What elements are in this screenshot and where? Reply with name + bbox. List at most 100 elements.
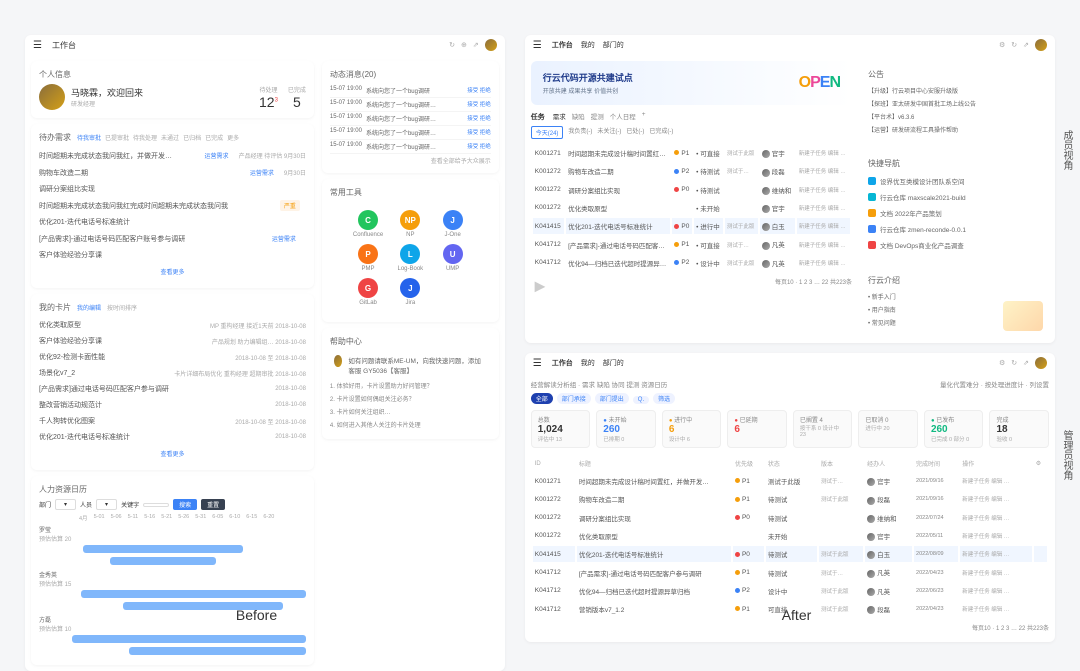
tool-item[interactable]: GGitLab xyxy=(350,278,386,306)
message-row[interactable]: 15-07 19:00系统向您了一个bug调研接受 拒绝 xyxy=(330,84,491,98)
tool-item[interactable]: CConfluence xyxy=(350,210,386,238)
task-tab[interactable]: 提测 xyxy=(591,111,604,121)
card-row[interactable]: 整改营销活动规范计2018-10-08 xyxy=(39,397,306,413)
task-row[interactable]: K001272购物车改造二期P2• 待测试测试于…段磊新建子任务 编辑 … xyxy=(533,163,850,179)
task-row[interactable]: K001272调研分案组比实现P0待测试维纳和2022/07/24新建子任务 编… xyxy=(533,510,1047,526)
tool-item[interactable]: JJ-One xyxy=(434,210,470,238)
task-row[interactable]: K041415优化201-迭代电话号标准统计P0待测试测试于此版白玉2022/0… xyxy=(533,546,1047,562)
task-tab[interactable]: 缺陷 xyxy=(572,111,585,121)
history-icon[interactable]: ↻ xyxy=(449,41,455,49)
filter-tab[interactable]: 已完成(-) xyxy=(649,126,673,139)
announce-item[interactable]: 【探班】亚太研发中国首批工场上线公告 xyxy=(868,97,1041,110)
task-row[interactable]: K001271时间超期未完成设计稿时间置红，并做开发…P1测试于此版测试于…官宇… xyxy=(533,473,1047,489)
hamburger-icon[interactable]: ☰ xyxy=(33,40,42,51)
filter-tab[interactable]: 我负责(-) xyxy=(568,126,592,139)
col-header[interactable]: 标题 xyxy=(577,456,731,471)
todo-tab[interactable]: 未通过 xyxy=(161,133,179,142)
user-avatar[interactable] xyxy=(1035,39,1047,51)
todo-tab[interactable]: 待我审批 xyxy=(77,133,101,142)
hamburger-icon[interactable]: ☰ xyxy=(533,358,542,369)
card-row[interactable]: 优化92-检测卡面性能2018-10-08 至 2018-10-08 xyxy=(39,349,306,365)
col-header[interactable]: 状态 xyxy=(766,456,817,471)
tool-item[interactable]: JJira xyxy=(392,278,428,306)
todo-row[interactable]: 调研分案组比实现 xyxy=(39,181,306,197)
cards-more-link[interactable]: 查看更多 xyxy=(39,445,306,462)
user-avatar[interactable] xyxy=(485,39,497,51)
view-options[interactable]: 量化代置难分 · 按处理进度计 · 列设置 xyxy=(940,379,1049,389)
header-tab[interactable]: 部门的 xyxy=(603,40,624,50)
task-row[interactable]: K041712优化94—归档已迭代超时提源异草归档P2设计中测试于此版凡英202… xyxy=(533,583,1047,599)
announce-item[interactable]: 【升级】行云项目中心安服升级版 xyxy=(868,84,1041,97)
quicknav-item[interactable]: 行云仓库 maxscale2021-build xyxy=(868,189,1041,205)
todo-row[interactable]: 优化201-迭代电话号标准统计 xyxy=(39,214,306,230)
filter-pill[interactable]: Q. xyxy=(633,396,649,404)
card-row[interactable]: 客户体验经验分享课产品规划 助力编辑组… 2018-10-08 xyxy=(39,333,306,349)
gear-icon[interactable]: ⚙ xyxy=(999,359,1005,367)
reset-button[interactable]: 重置 xyxy=(201,499,225,510)
todo-more-link[interactable]: 查看更多 xyxy=(39,263,306,280)
card-row[interactable]: 优化201-迭代电话号标准统计2018-10-08 xyxy=(39,429,306,445)
todo-tab[interactable]: 已提审批 xyxy=(105,133,129,142)
header-tab[interactable]: 部门的 xyxy=(603,358,624,368)
col-header[interactable]: ID xyxy=(533,456,575,471)
tool-item[interactable]: LLog-Book xyxy=(392,244,428,272)
message-row[interactable]: 15-07 19:00系统向您了一个bug调研…接受 拒绝 xyxy=(330,98,491,112)
help-link[interactable]: 3. 卡片如何关注组织… xyxy=(330,405,491,418)
quicknav-item[interactable]: 行云仓库 zmen-reconde-0.0.1 xyxy=(868,221,1041,237)
refresh-icon[interactable]: ↻ xyxy=(1011,359,1017,367)
todo-tab[interactable]: 已完成 xyxy=(205,133,223,142)
header-tab[interactable]: 工作台 xyxy=(552,40,573,50)
filter-pill[interactable]: 部门提出 xyxy=(595,393,629,404)
gear-icon[interactable]: ⚙ xyxy=(999,41,1005,49)
task-row[interactable]: K001272优化类取原型• 未开始官宇新建子任务 编辑 … xyxy=(533,200,850,216)
col-header[interactable]: 完成时间 xyxy=(914,456,958,471)
task-row[interactable]: K001272购物车改造二期P1待测试测试于此版段磊2021/09/16新建子任… xyxy=(533,491,1047,507)
header-tab[interactable]: 工作台 xyxy=(552,358,573,368)
todo-row[interactable]: 时间超期未完成状态我问我红完成时间超期未完成状态我问我严重 xyxy=(39,197,306,214)
filter-tab[interactable]: 已处(-) xyxy=(626,126,644,139)
todo-tab[interactable]: 待我处理 xyxy=(133,133,157,142)
link-icon[interactable]: ⇗ xyxy=(473,41,479,49)
task-row[interactable]: K001272优化类取原型未开始官宇2022/05/11新建子任务 编辑 … xyxy=(533,528,1047,544)
card-row[interactable]: 场景化v7_2卡片详细布局优化 重构经理 超期审批 2018-10-08 xyxy=(39,365,306,381)
filter-tab[interactable]: 未关注(-) xyxy=(597,126,621,139)
col-header[interactable]: 版本 xyxy=(819,456,863,471)
filter-key-input[interactable] xyxy=(143,503,169,507)
task-row[interactable]: K001271时间超期未完成设计稿时间置红，并做开…P1• 可直接测试于此版官宇… xyxy=(533,145,850,161)
filter-pill[interactable]: 全部 xyxy=(531,393,553,404)
card-row[interactable]: [产品需求]通过电话号码匹配客户参与调研2018-10-08 xyxy=(39,381,306,397)
message-row[interactable]: 15-07 19:00系统向您了一个bug调研…接受 拒绝 xyxy=(330,140,491,154)
task-row[interactable]: K001272调研分案组比实现P0• 待测试维纳和新建子任务 编辑 … xyxy=(533,182,850,198)
todo-tab[interactable]: 已归档 xyxy=(183,133,201,142)
cards-tab-1[interactable]: 我的编辑 xyxy=(77,303,101,312)
help-link[interactable]: 1. 体验好用，卡片设置助力好问管理？ xyxy=(330,379,491,392)
task-row[interactable]: K041712[产品需求]-通过电话号码匹配客户参与调研P1待测试测试于…凡英2… xyxy=(533,564,1047,580)
card-row[interactable]: 千人狗转优化图案2018-10-08 至 2018-10-08 xyxy=(39,413,306,429)
task-tab[interactable]: 个人日程 xyxy=(610,111,636,121)
col-header[interactable]: ⚙ xyxy=(1034,456,1047,471)
announce-item[interactable]: 【运营】研发研流程工具操作帮助 xyxy=(868,123,1041,136)
col-header[interactable]: 优先级 xyxy=(733,456,764,471)
hamburger-icon[interactable]: ☰ xyxy=(533,40,542,51)
announce-item[interactable]: 【平台术】v6.3.6 xyxy=(868,110,1041,123)
col-header[interactable]: 经办人 xyxy=(865,456,912,471)
search-button[interactable]: 搜索 xyxy=(173,499,197,510)
quicknav-item[interactable]: 设界优互类模设计团队系空间 xyxy=(868,173,1041,189)
tool-item[interactable]: PPMP xyxy=(350,244,386,272)
task-tab[interactable]: 需求 xyxy=(553,111,566,121)
todo-row[interactable]: 购物车改造二期运营需求9月30日 xyxy=(39,164,306,181)
tool-item[interactable]: UUMP xyxy=(434,244,470,272)
todo-row[interactable]: 时间超期未完成状态我问我红，并做开发…运营需求产品经理 待评估 9月30日 xyxy=(39,147,306,164)
task-row[interactable]: K041712[产品需求]-通过电话号码匹配客户参与调研P1• 可直接测试于…凡… xyxy=(533,236,850,252)
todo-row[interactable]: 客户体验经验分享课 xyxy=(39,247,306,263)
task-row[interactable]: K041415优化201-迭代电话号标准统计P0• 进行中测试于此版白玉新建子任… xyxy=(533,218,850,234)
header-tab[interactable]: 我的 xyxy=(581,40,595,50)
todo-tab[interactable]: 更多 xyxy=(227,133,239,142)
user-avatar[interactable] xyxy=(1035,357,1047,369)
filter-pill[interactable]: 筛选 xyxy=(653,393,675,404)
filter-dept-select[interactable]: ▾ xyxy=(55,499,76,510)
col-header[interactable]: 操作 xyxy=(960,456,1032,471)
cards-tab-2[interactable]: 按时间排序 xyxy=(107,303,137,312)
link-icon[interactable]: ⇗ xyxy=(1023,41,1029,49)
quicknav-item[interactable]: 文档 2022年产品策划 xyxy=(868,205,1041,221)
